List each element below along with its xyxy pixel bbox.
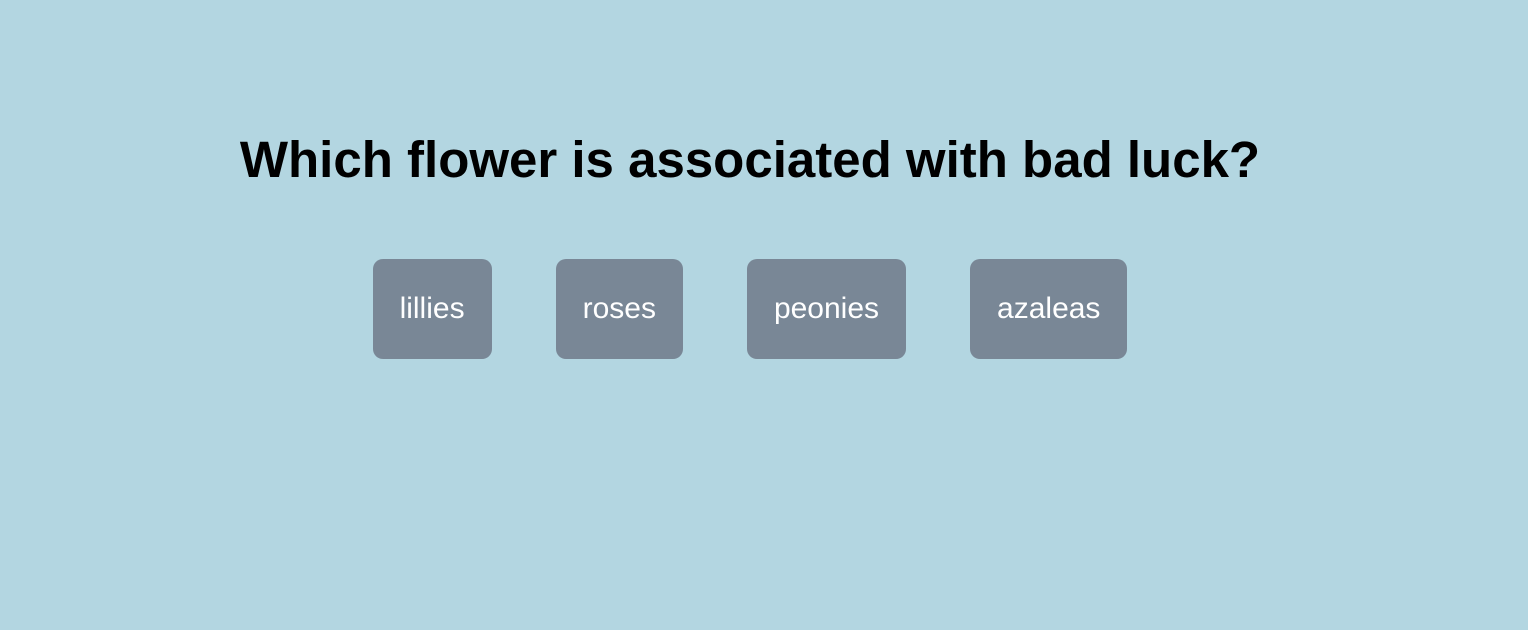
answer-button-roses[interactable]: roses: [555, 259, 683, 359]
answer-button-lillies[interactable]: lillies: [372, 259, 492, 359]
answer-button-peonies[interactable]: peonies: [746, 259, 907, 359]
answer-options: lillies roses peonies azaleas: [0, 259, 1500, 359]
quiz-container: Which flower is associated with bad luck…: [0, 0, 1528, 630]
answer-button-azaleas[interactable]: azaleas: [970, 259, 1128, 359]
question-heading: Which flower is associated with bad luck…: [239, 131, 1261, 188]
